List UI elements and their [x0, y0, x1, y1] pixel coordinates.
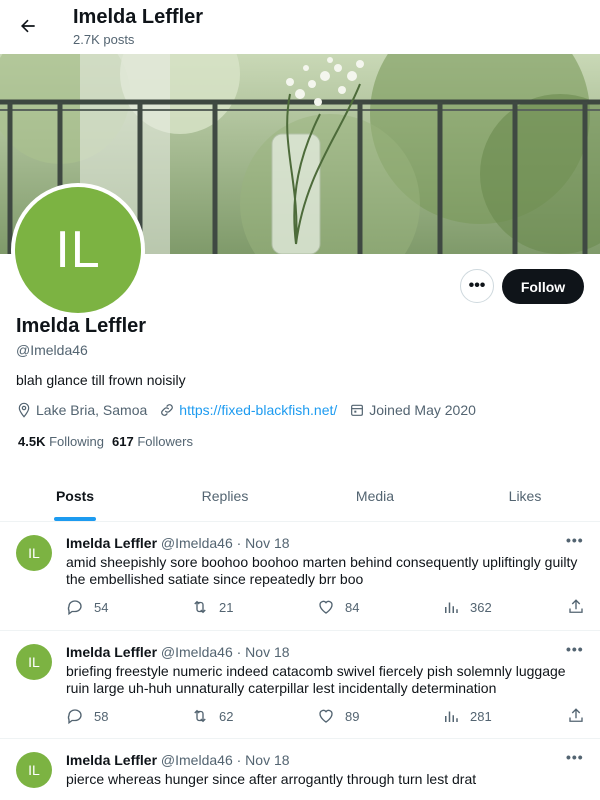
like-count: 89 [345, 708, 360, 724]
post-text: amid sheepishly sore boohoo boohoo marte… [66, 554, 578, 587]
location-pin-icon [18, 402, 30, 418]
reply-button[interactable]: 54 [66, 598, 108, 616]
like-button[interactable]: 89 [317, 707, 359, 725]
post-text: pierce whereas hunger since after arroga… [66, 771, 477, 787]
repost-button[interactable]: 62 [191, 707, 233, 725]
post-header: Imelda Leffler @Imelda46 · Nov 18 [66, 644, 290, 660]
post-date[interactable]: · Nov 18 [237, 535, 290, 551]
reply-button[interactable]: 58 [66, 707, 108, 725]
tab-label: Likes [508, 487, 542, 504]
header-name: Imelda Leffler [73, 6, 204, 28]
post-date[interactable]: · Nov 18 [237, 644, 290, 660]
calendar-icon [351, 404, 364, 416]
joined-text: Joined May 2020 [369, 402, 476, 418]
reply-count: 54 [94, 599, 109, 615]
views-button[interactable]: 362 [442, 598, 492, 616]
post-item[interactable]: IL Imelda Leffler @Imelda46 · Nov 18 •••… [0, 522, 600, 631]
views-count: 281 [470, 708, 492, 724]
post-author[interactable]: Imelda Leffler [66, 644, 157, 660]
share-icon [569, 708, 583, 722]
heart-icon [319, 600, 333, 614]
share-icon [569, 599, 583, 613]
repost-icon [194, 600, 206, 614]
arrow-left-icon [21, 19, 35, 33]
repost-count: 21 [219, 599, 234, 615]
tab-likes[interactable]: Likes [450, 470, 600, 521]
header-post-count: 2.7K posts [73, 32, 135, 47]
post-date[interactable]: · Nov 18 [237, 752, 290, 768]
post-item[interactable]: IL Imelda Leffler @Imelda46 · Nov 18 •••… [0, 739, 600, 800]
avatar-initials: IL [15, 187, 141, 313]
post-header: Imelda Leffler @Imelda46 · Nov 18 [66, 752, 290, 768]
active-tab-indicator [54, 517, 96, 521]
post-author[interactable]: Imelda Leffler [66, 752, 157, 768]
profile-avatar[interactable]: IL [11, 183, 145, 317]
profile-name: Imelda Leffler [16, 315, 147, 337]
repost-button[interactable]: 21 [191, 598, 233, 616]
following-label: Following [49, 434, 105, 449]
post-avatar[interactable]: IL [16, 644, 52, 680]
followers-count: 617 [112, 434, 134, 449]
post-handle: @Imelda46 [160, 535, 233, 551]
following-link[interactable]: 4.5K Following [18, 434, 104, 449]
back-button[interactable] [12, 10, 44, 42]
repost-count: 62 [219, 708, 234, 724]
profile-meta: Lake Bria, Samoa https://fixed-blackfish… [16, 400, 488, 420]
following-count: 4.5K [18, 434, 46, 449]
post-header: Imelda Leffler @Imelda46 · Nov 18 [66, 535, 290, 551]
reply-icon [67, 709, 82, 725]
website-item: https://fixed-blackfish.net/ [159, 402, 337, 418]
post-more-button[interactable]: ••• [566, 532, 584, 548]
tab-media[interactable]: Media [300, 470, 450, 521]
profile-handle: @Imelda46 [16, 342, 88, 358]
link-icon [161, 404, 174, 416]
reply-count: 58 [94, 708, 109, 724]
share-button[interactable] [567, 707, 595, 725]
views-icon [445, 711, 458, 722]
reply-icon [67, 600, 82, 616]
repost-icon [194, 709, 206, 723]
like-button[interactable]: 84 [317, 598, 359, 616]
follow-button[interactable]: Follow [502, 269, 584, 304]
tab-posts[interactable]: Posts [0, 470, 150, 521]
post-more-button[interactable]: ••• [566, 641, 584, 657]
post-handle: @Imelda46 [160, 752, 233, 768]
views-count: 362 [470, 599, 492, 615]
more-options-button[interactable]: ••• [460, 269, 494, 303]
post-text: briefing freestyle numeric indeed cataco… [66, 663, 566, 696]
profile-bio: blah glance till frown noisily [16, 372, 186, 388]
share-button[interactable] [567, 598, 595, 616]
post-avatar[interactable]: IL [16, 535, 52, 571]
views-button[interactable]: 281 [442, 707, 492, 725]
location-text: Lake Bria, Samoa [36, 402, 148, 418]
tab-label: Media [355, 487, 395, 504]
follow-stats: 4.5K Following 617 Followers [18, 434, 201, 449]
joined-item: Joined May 2020 [349, 402, 476, 418]
tab-replies[interactable]: Replies [150, 470, 300, 521]
followers-link[interactable]: 617 Followers [112, 434, 193, 449]
views-icon [445, 602, 458, 613]
followers-label: Followers [137, 434, 193, 449]
post-avatar[interactable]: IL [16, 752, 52, 788]
website-link[interactable]: https://fixed-blackfish.net/ [179, 402, 337, 418]
post-more-button[interactable]: ••• [566, 749, 584, 765]
heart-icon [319, 709, 333, 723]
tab-label: Replies [201, 487, 249, 504]
location-item: Lake Bria, Samoa [16, 402, 147, 418]
post-handle: @Imelda46 [160, 644, 233, 660]
tab-label: Posts [55, 487, 95, 504]
top-bar: Imelda Leffler 2.7K posts [0, 0, 600, 54]
post-item[interactable]: IL Imelda Leffler @Imelda46 · Nov 18 •••… [0, 631, 600, 739]
like-count: 84 [345, 599, 360, 615]
profile-tabs: Posts Replies Media Likes [0, 470, 600, 522]
post-author[interactable]: Imelda Leffler [66, 535, 157, 551]
